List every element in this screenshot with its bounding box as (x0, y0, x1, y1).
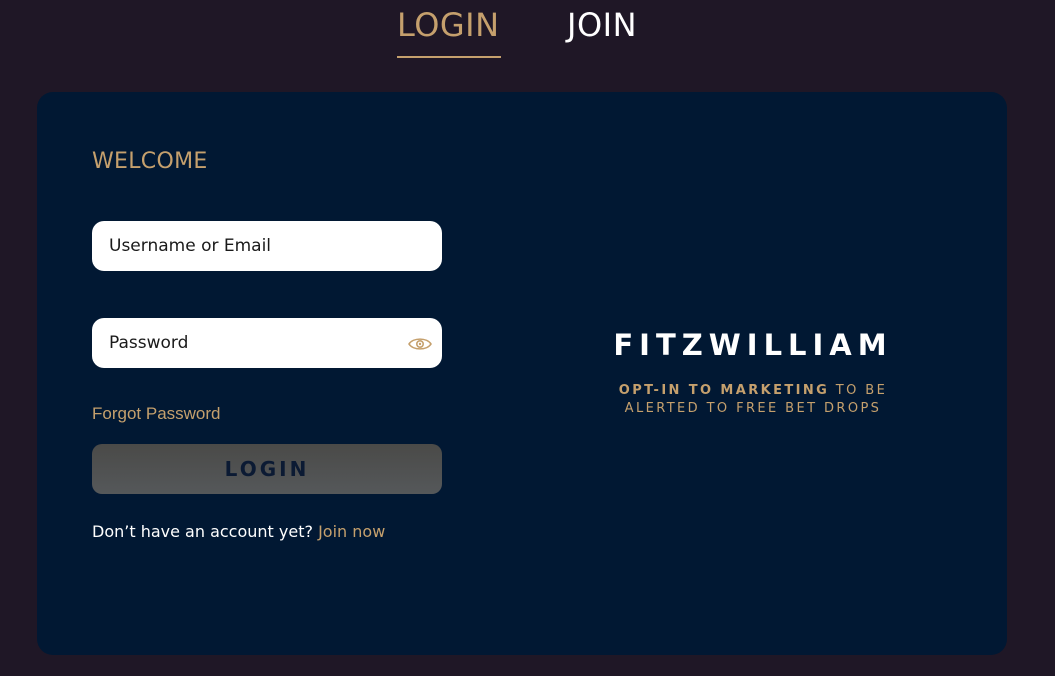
marketing-tagline: OPT-IN TO MARKETING TO BE ALERTED TO FRE… (579, 382, 927, 418)
username-field-wrapper (92, 221, 442, 271)
tagline-bold: OPT-IN TO MARKETING (618, 383, 830, 398)
username-input[interactable] (92, 221, 399, 271)
login-button[interactable]: LOGIN (92, 444, 442, 494)
eye-icon-graphic (408, 338, 432, 350)
password-field-wrapper (92, 318, 442, 368)
join-now-link[interactable]: Join now (318, 522, 385, 541)
brand-logo-text: FITZWILLIAM (613, 328, 893, 362)
tagline-line2: ALERTED TO FREE BET DROPS (624, 401, 882, 416)
forgot-password-link[interactable]: Forgot Password (92, 404, 221, 424)
no-account-text: Don’t have an account yet? (92, 522, 313, 541)
signup-prompt: Don’t have an account yet? Join now (92, 522, 385, 541)
login-card: WELCOME Forgot Password LOGIN Don’t have… (37, 92, 1007, 655)
active-tab-underline (397, 56, 501, 58)
tab-join[interactable]: JOIN (567, 6, 637, 44)
eye-icon[interactable] (408, 336, 432, 352)
welcome-heading: WELCOME (92, 149, 208, 174)
auth-tabs: LOGIN JOIN (0, 0, 1055, 70)
tab-login[interactable]: LOGIN (397, 6, 500, 44)
tagline-rest: TO BE (829, 383, 888, 398)
password-input[interactable] (92, 318, 399, 368)
